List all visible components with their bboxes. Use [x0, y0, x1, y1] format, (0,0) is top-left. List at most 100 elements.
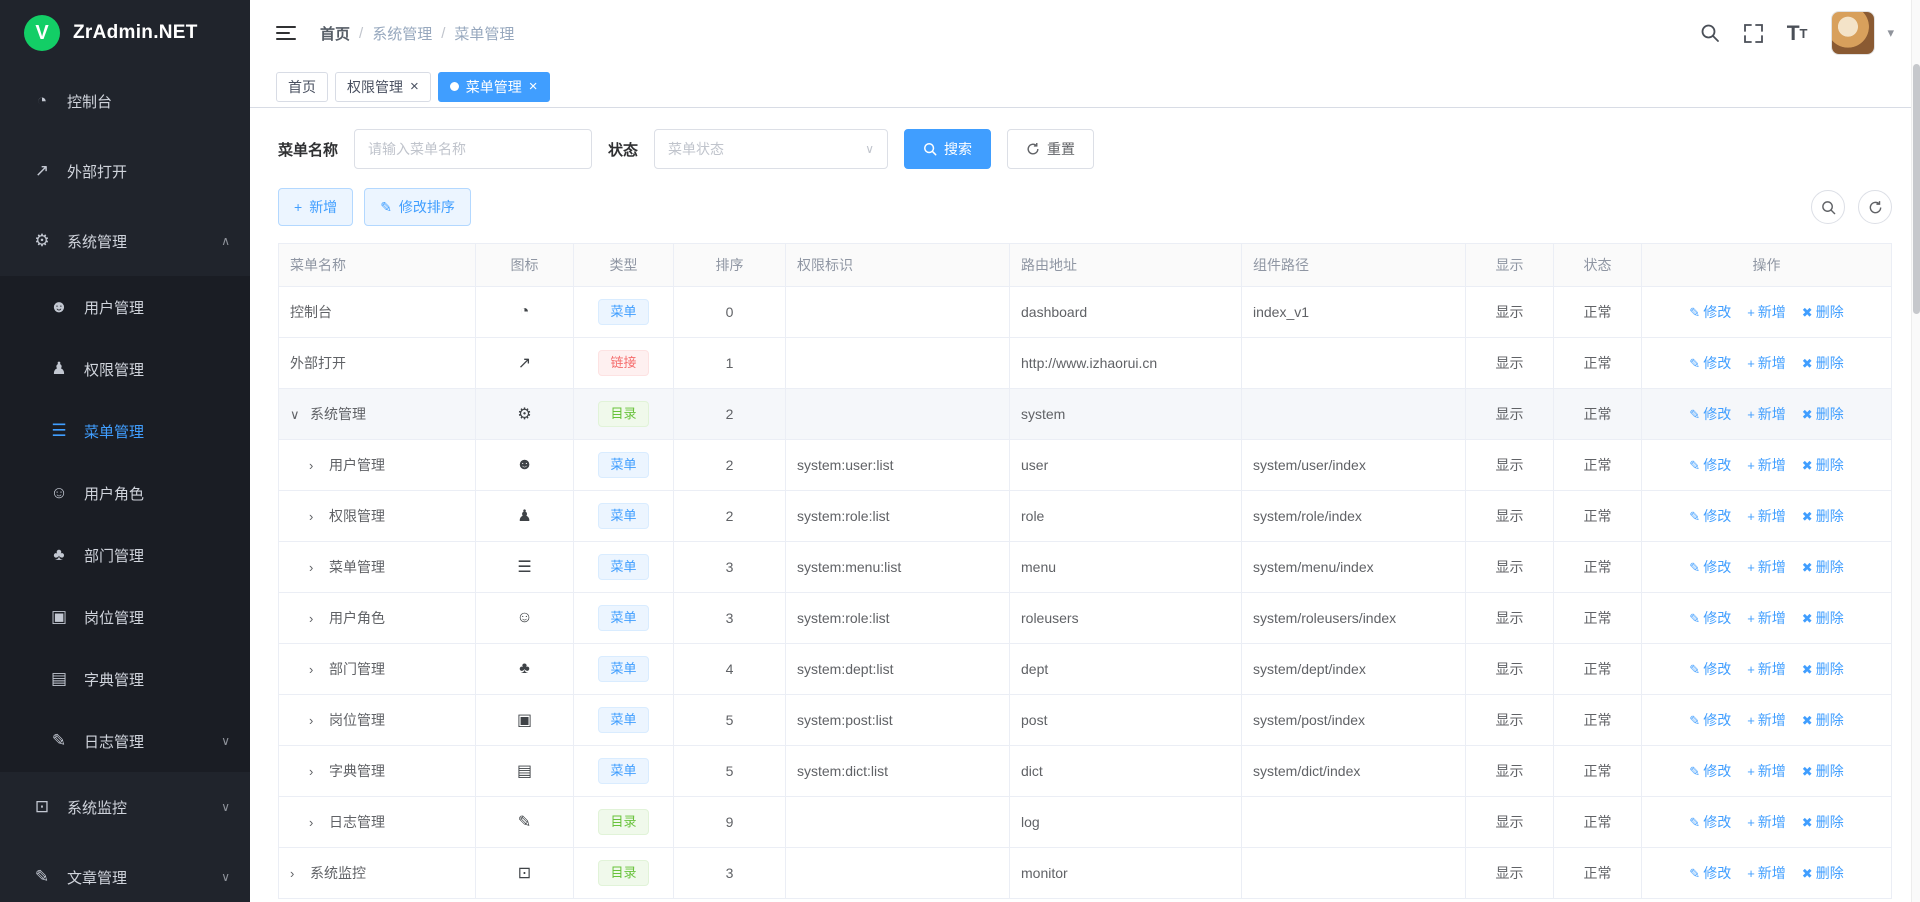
sidebar-item[interactable]: ✎文章管理∨: [0, 842, 250, 902]
edit-link[interactable]: ✎修改: [1689, 763, 1731, 779]
delete-link[interactable]: ✖删除: [1802, 355, 1844, 371]
add-link[interactable]: +新增: [1747, 406, 1786, 422]
add-link[interactable]: +新增: [1747, 610, 1786, 626]
cell-menu-name: ›岗位管理: [279, 695, 476, 746]
add-link[interactable]: +新增: [1747, 865, 1786, 881]
status-select-placeholder: 菜单状态: [668, 139, 724, 159]
sidebar-item[interactable]: ▣岗位管理: [0, 586, 250, 648]
add-link[interactable]: +新增: [1747, 559, 1786, 575]
delete-link[interactable]: ✖删除: [1802, 712, 1844, 728]
edit-link[interactable]: ✎修改: [1689, 355, 1731, 371]
expand-row-icon[interactable]: ›: [309, 611, 329, 626]
cell-component: system/post/index: [1242, 695, 1466, 746]
edit-link[interactable]: ✎修改: [1689, 457, 1731, 473]
sidebar-item-label: 系统管理: [67, 231, 127, 252]
delete-icon: ✖: [1802, 713, 1813, 728]
post-badge-icon: ▣: [517, 712, 532, 729]
status-select[interactable]: 菜单状态 ∨: [654, 129, 888, 169]
view-tab[interactable]: 菜单管理×: [438, 72, 550, 102]
edit-sort-button[interactable]: ✎ 修改排序: [364, 188, 471, 226]
fullscreen-icon[interactable]: [1744, 24, 1763, 43]
sidebar-item[interactable]: ⊡系统监控∨: [0, 772, 250, 842]
add-button[interactable]: + 新增: [278, 188, 353, 226]
delete-link[interactable]: ✖删除: [1802, 304, 1844, 320]
expand-collapse-icon[interactable]: ∨: [290, 407, 310, 423]
delete-link[interactable]: ✖删除: [1802, 457, 1844, 473]
edit-link[interactable]: ✎修改: [1689, 814, 1731, 830]
expand-row-icon[interactable]: ›: [309, 764, 329, 779]
table-tools: [1811, 190, 1892, 224]
reset-button[interactable]: 重置: [1007, 129, 1094, 169]
edit-link[interactable]: ✎修改: [1689, 304, 1731, 320]
sidebar-item-label: 控制台: [67, 91, 112, 112]
breadcrumb-item[interactable]: 首页: [320, 23, 350, 44]
edit-link[interactable]: ✎修改: [1689, 559, 1731, 575]
delete-link[interactable]: ✖删除: [1802, 814, 1844, 830]
delete-link[interactable]: ✖删除: [1802, 865, 1844, 881]
view-tab[interactable]: 首页: [276, 72, 328, 102]
add-link[interactable]: +新增: [1747, 508, 1786, 524]
add-link[interactable]: +新增: [1747, 304, 1786, 320]
delete-link[interactable]: ✖删除: [1802, 406, 1844, 422]
edit-link[interactable]: ✎修改: [1689, 661, 1731, 677]
tab-label: 权限管理: [347, 77, 403, 97]
show-search-button[interactable]: [1811, 190, 1845, 224]
edit-link[interactable]: ✎修改: [1689, 610, 1731, 626]
chevron-up-icon: ∧: [221, 234, 230, 248]
search-icon[interactable]: [1700, 23, 1720, 43]
app-logo[interactable]: V ZrAdmin.NET: [0, 0, 250, 66]
add-link[interactable]: +新增: [1747, 814, 1786, 830]
add-link[interactable]: +新增: [1747, 457, 1786, 473]
delete-link[interactable]: ✖删除: [1802, 661, 1844, 677]
tab-close-icon[interactable]: ×: [410, 79, 419, 94]
sidebar-item[interactable]: ☰菜单管理: [0, 400, 250, 462]
sidebar-item[interactable]: ✎日志管理∨: [0, 710, 250, 772]
delete-icon: ✖: [1802, 407, 1813, 422]
scrollbar-thumb[interactable]: [1913, 64, 1920, 314]
menu-name-text: 用户角色: [329, 610, 385, 626]
menu-name-input[interactable]: [354, 129, 592, 169]
sidebar-item[interactable]: ☻用户管理: [0, 276, 250, 338]
delete-link[interactable]: ✖删除: [1802, 559, 1844, 575]
edit-link[interactable]: ✎修改: [1689, 712, 1731, 728]
refresh-table-button[interactable]: [1858, 190, 1892, 224]
expand-row-icon[interactable]: ›: [309, 458, 329, 473]
sidebar-item[interactable]: ♟权限管理: [0, 338, 250, 400]
view-tab[interactable]: 权限管理 ×: [335, 72, 431, 102]
expand-row-icon[interactable]: ›: [309, 509, 329, 524]
expand-row-icon[interactable]: ›: [309, 815, 329, 830]
sidebar: V ZrAdmin.NET ◔控制台↗外部打开⚙系统管理∧☻用户管理♟权限管理☰…: [0, 0, 250, 902]
sidebar-item[interactable]: ◔控制台: [0, 66, 250, 136]
cell-menu-name: 控制台: [279, 287, 476, 338]
cell-visible: 显示: [1466, 644, 1554, 695]
expand-row-icon[interactable]: ›: [309, 662, 329, 677]
delete-link[interactable]: ✖删除: [1802, 610, 1844, 626]
sidebar-item[interactable]: ⚙系统管理∧: [0, 206, 250, 276]
font-size-icon[interactable]: TT: [1787, 23, 1808, 44]
expand-row-icon[interactable]: ›: [290, 866, 310, 881]
delete-link[interactable]: ✖删除: [1802, 763, 1844, 779]
delete-link[interactable]: ✖删除: [1802, 508, 1844, 524]
expand-row-icon[interactable]: ›: [309, 560, 329, 575]
edit-link[interactable]: ✎修改: [1689, 406, 1731, 422]
hamburger-icon[interactable]: [276, 25, 296, 41]
edit-link[interactable]: ✎修改: [1689, 865, 1731, 881]
menu-name-text: 岗位管理: [329, 712, 385, 728]
sidebar-item[interactable]: ▤字典管理: [0, 648, 250, 710]
tab-close-icon[interactable]: ×: [529, 79, 538, 94]
sidebar-item[interactable]: ♣部门管理: [0, 524, 250, 586]
add-link[interactable]: +新增: [1747, 661, 1786, 677]
add-link[interactable]: +新增: [1747, 355, 1786, 371]
page-scrollbar[interactable]: [1911, 0, 1920, 902]
column-header: 菜单名称: [279, 244, 476, 287]
column-header: 操作: [1642, 244, 1892, 287]
sidebar-item[interactable]: ↗外部打开: [0, 136, 250, 206]
search-button[interactable]: 搜索: [904, 129, 991, 169]
edit-link[interactable]: ✎修改: [1689, 508, 1731, 524]
sidebar-item[interactable]: ☺用户角色: [0, 462, 250, 524]
add-link[interactable]: +新增: [1747, 712, 1786, 728]
expand-row-icon[interactable]: ›: [309, 713, 329, 728]
add-link[interactable]: +新增: [1747, 763, 1786, 779]
user-avatar[interactable]: [1831, 11, 1875, 55]
caret-down-icon[interactable]: ▾: [1887, 25, 1894, 41]
